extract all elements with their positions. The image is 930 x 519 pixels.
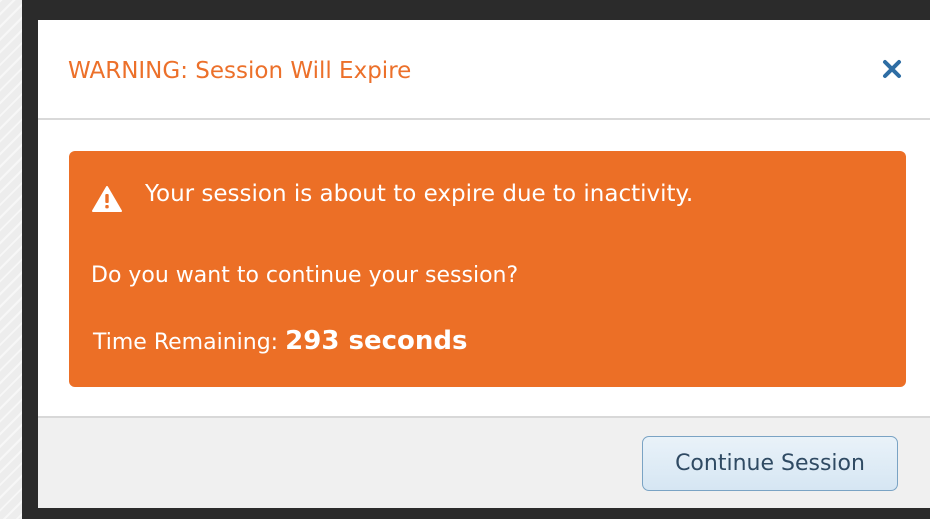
close-icon[interactable] (877, 54, 907, 84)
time-remaining-value: 293 seconds (285, 326, 468, 356)
continue-session-button[interactable]: Continue Session (642, 436, 898, 491)
expire-message: Your session is about to expire due to i… (145, 181, 694, 207)
time-remaining: Time Remaining: 293 seconds (93, 326, 467, 356)
warning-icon (91, 185, 123, 213)
session-expire-dialog: WARNING: Session Will Expire Your sessio… (38, 20, 930, 508)
continue-question: Do you want to continue your session? (91, 263, 519, 288)
dialog-header: WARNING: Session Will Expire (38, 20, 930, 120)
dialog-footer: Continue Session (38, 416, 930, 508)
dialog-body: Your session is about to expire due to i… (38, 120, 930, 416)
time-remaining-label: Time Remaining: (93, 330, 279, 355)
warning-alert: Your session is about to expire due to i… (69, 151, 906, 387)
dialog-title: WARNING: Session Will Expire (68, 58, 412, 84)
